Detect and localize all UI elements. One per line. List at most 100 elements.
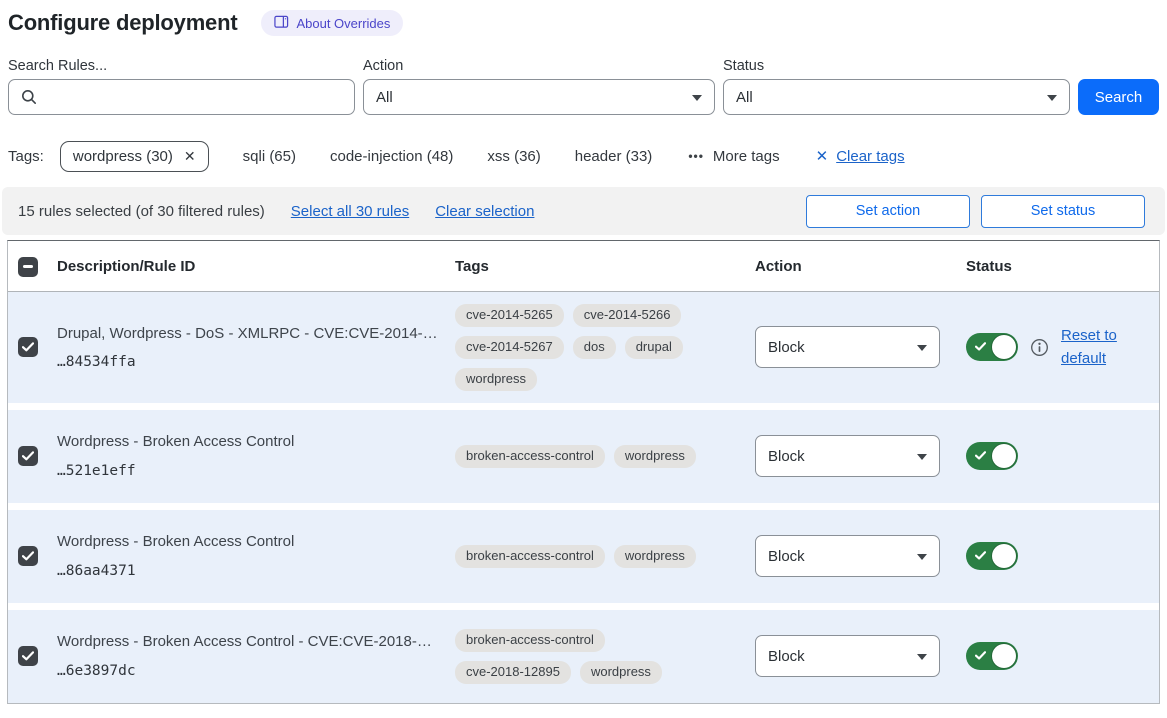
row-checkbox[interactable] — [18, 546, 38, 566]
rule-action-value: Block — [768, 339, 805, 356]
tags-label: Tags: — [8, 148, 44, 165]
search-button[interactable]: Search — [1078, 79, 1159, 115]
about-overrides-label: About Overrides — [296, 17, 390, 30]
search-icon — [21, 89, 37, 109]
action-filter-value: All — [376, 89, 393, 106]
rules-table: Description/Rule ID Tags Action Status D… — [7, 240, 1160, 704]
row-checkbox[interactable] — [18, 646, 38, 666]
row-checkbox[interactable] — [18, 337, 38, 357]
toggle-knob — [992, 335, 1016, 359]
table-row: Wordpress - Broken Access Control …86aa4… — [8, 510, 1159, 603]
clear-tags-icon: ✕ — [816, 147, 829, 165]
action-filter-select[interactable]: All — [363, 79, 715, 115]
tag-pill: dos — [573, 336, 616, 359]
tag-option-xss[interactable]: xss (36) — [487, 148, 540, 165]
check-icon — [975, 451, 986, 460]
rule-tags: cve-2014-5265cve-2014-5266cve-2014-5267d… — [455, 304, 711, 391]
selection-summary: 15 rules selected (of 30 filtered rules) — [18, 203, 265, 220]
selected-tag-label: wordpress (30) — [73, 148, 173, 165]
check-icon — [975, 651, 986, 660]
clear-selection-link[interactable]: Clear selection — [435, 203, 534, 220]
clear-tags-label: Clear tags — [836, 148, 904, 165]
check-icon — [975, 551, 986, 560]
clear-tags-link[interactable]: ✕ Clear tags — [816, 147, 905, 165]
select-all-rules-link[interactable]: Select all 30 rules — [291, 203, 409, 220]
selected-tag-chip[interactable]: wordpress (30) ✕ — [60, 141, 209, 172]
check-icon — [22, 548, 34, 565]
reset-to-default-link[interactable]: Reset to default — [1061, 324, 1127, 371]
rule-id: …86aa4371 — [57, 563, 455, 579]
filters-row: Search Rules... Action All Status All Se… — [0, 58, 1167, 115]
set-action-button[interactable]: Set action — [806, 195, 970, 228]
rule-tags: broken-access-control wordpress — [455, 445, 711, 468]
status-toggle[interactable] — [966, 442, 1018, 470]
status-toggle[interactable] — [966, 642, 1018, 670]
tag-pill: cve-2018-12895 — [455, 661, 571, 684]
column-header-status: Status — [958, 258, 1159, 275]
tag-pill: broken-access-control — [455, 445, 605, 468]
tag-pill: broken-access-control — [455, 629, 605, 652]
rule-action-select[interactable]: Block — [755, 326, 940, 368]
chevron-down-icon — [692, 95, 702, 101]
tag-pill: cve-2014-5265 — [455, 304, 564, 327]
check-icon — [975, 342, 986, 351]
rule-action-value: Block — [768, 448, 805, 465]
tag-pill: wordpress — [455, 368, 537, 391]
table-row: Wordpress - Broken Access Control …521e1… — [8, 410, 1159, 503]
chevron-down-icon — [1047, 95, 1057, 101]
page-title: Configure deployment — [8, 10, 237, 36]
chevron-down-icon — [917, 345, 927, 351]
toggle-knob — [992, 544, 1016, 568]
table-header-row: Description/Rule ID Tags Action Status — [8, 241, 1159, 292]
rule-tags: broken-access-control cve-2018-12895 wordp… — [455, 629, 711, 684]
tag-option-code-injection[interactable]: code-injection (48) — [330, 148, 453, 165]
status-toggle[interactable] — [966, 542, 1018, 570]
search-rules-input[interactable] — [45, 80, 345, 114]
tag-pill: drupal — [625, 336, 683, 359]
row-checkbox[interactable] — [18, 446, 38, 466]
rule-tags: broken-access-control wordpress — [455, 545, 711, 568]
search-rules-label: Search Rules... — [8, 58, 355, 74]
more-tags-button[interactable]: ••• More tags — [688, 148, 779, 165]
rule-action-value: Block — [768, 648, 805, 665]
action-filter-label: Action — [363, 58, 715, 74]
rule-action-select[interactable]: Block — [755, 435, 940, 477]
rules-table-body: Drupal, Wordpress - DoS - XMLRPC - CVE:C… — [8, 292, 1159, 703]
info-icon[interactable] — [1030, 338, 1049, 357]
rule-description: Wordpress - Broken Access Control — [57, 533, 455, 552]
about-overrides-badge[interactable]: About Overrides — [261, 10, 403, 36]
column-header-action: Action — [755, 258, 958, 275]
rule-description: Drupal, Wordpress - DoS - XMLRPC - CVE:C… — [57, 325, 455, 344]
rule-action-select[interactable]: Block — [755, 635, 940, 677]
check-icon — [22, 648, 34, 665]
toggle-knob — [992, 444, 1016, 468]
remove-tag-icon[interactable]: ✕ — [184, 149, 196, 163]
tag-option-sqli[interactable]: sqli (65) — [243, 148, 296, 165]
status-filter-label: Status — [723, 58, 1070, 74]
tag-pill: broken-access-control — [455, 545, 605, 568]
table-row: Wordpress - Broken Access Control - CVE:… — [8, 610, 1159, 703]
rule-id: …521e1eff — [57, 463, 455, 479]
tag-pill: wordpress — [614, 445, 696, 468]
chevron-down-icon — [917, 654, 927, 660]
tag-pill: wordpress — [580, 661, 662, 684]
set-status-button[interactable]: Set status — [981, 195, 1145, 228]
rule-action-select[interactable]: Block — [755, 535, 940, 577]
check-icon — [22, 339, 34, 356]
rule-description: Wordpress - Broken Access Control — [57, 433, 455, 452]
select-all-checkbox[interactable] — [18, 257, 38, 277]
status-filter-value: All — [736, 89, 753, 106]
status-filter-select[interactable]: All — [723, 79, 1070, 115]
status-toggle[interactable] — [966, 333, 1018, 361]
tag-pill: cve-2014-5266 — [573, 304, 682, 327]
search-rules-input-wrap[interactable] — [8, 79, 355, 115]
tag-pill: wordpress — [614, 545, 696, 568]
column-header-description: Description/Rule ID — [57, 258, 455, 275]
column-header-tags: Tags — [455, 258, 755, 275]
page-header: Configure deployment About Overrides — [0, 0, 1167, 36]
rule-description: Wordpress - Broken Access Control - CVE:… — [57, 633, 455, 652]
tag-option-header[interactable]: header (33) — [575, 148, 653, 165]
book-icon — [274, 15, 289, 31]
chevron-down-icon — [917, 454, 927, 460]
check-icon — [22, 448, 34, 465]
